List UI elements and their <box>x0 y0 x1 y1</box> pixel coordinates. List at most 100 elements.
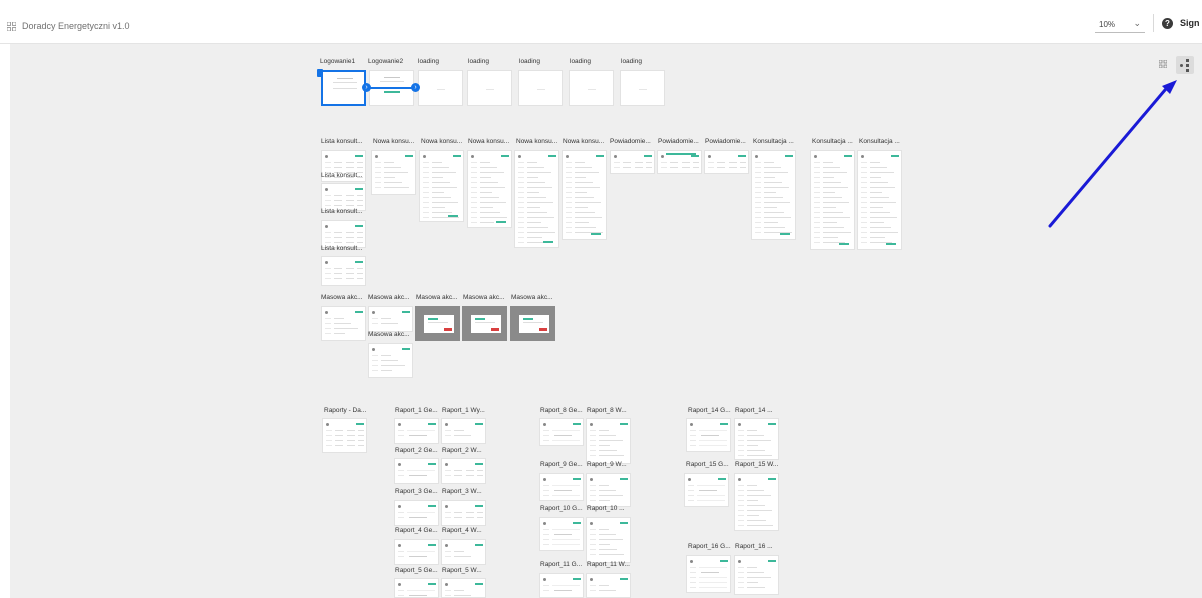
artboard-thumbnail[interactable] <box>539 473 584 501</box>
artboard-thumbnail[interactable] <box>810 150 855 250</box>
artboard-label[interactable]: Raport_1 Ge... <box>395 407 438 414</box>
artboard-thumbnail[interactable] <box>610 150 655 174</box>
sign-in-link[interactable]: Sign In <box>1180 18 1202 28</box>
artboard-label[interactable]: Logowanie2 <box>368 58 403 65</box>
artboard-label[interactable]: Raport_11 G... <box>540 561 582 568</box>
artboard-thumbnail[interactable] <box>686 418 731 452</box>
artboard-label[interactable]: Masowa akc... <box>511 294 553 301</box>
artboard-label[interactable]: Raport_9 W... <box>587 461 627 468</box>
artboard-label[interactable]: Raporty - Da... <box>324 407 366 414</box>
artboard-label[interactable]: Raport_10 G... <box>540 505 583 512</box>
zoom-dropdown[interactable]: 10% ⌄ <box>1095 17 1145 33</box>
artboard-thumbnail[interactable] <box>657 150 702 174</box>
artboard-label[interactable]: Raport_1 Wy... <box>442 407 485 414</box>
artboard-thumbnail[interactable] <box>569 70 614 106</box>
artboard-thumbnail[interactable] <box>518 70 563 106</box>
artboard-thumbnail[interactable] <box>322 418 367 453</box>
artboard-label[interactable]: Raport_16 G... <box>688 543 731 550</box>
help-icon[interactable]: ? <box>1162 18 1173 29</box>
artboard-thumbnail[interactable] <box>321 306 366 341</box>
artboard-label[interactable]: loading <box>468 58 489 65</box>
artboard-thumbnail[interactable] <box>394 458 439 484</box>
artboard-thumbnail[interactable] <box>620 70 665 106</box>
artboard-thumbnail[interactable] <box>467 150 512 228</box>
artboard-label[interactable]: loading <box>519 58 540 65</box>
artboard-thumbnail[interactable] <box>419 150 464 222</box>
artboard-label[interactable]: Lista konsult... <box>321 172 363 179</box>
flow-view-icon[interactable] <box>1176 56 1194 74</box>
artboard-label[interactable]: Raport_14 G... <box>688 407 731 414</box>
artboard-label[interactable]: Raport_3 W... <box>442 488 482 495</box>
artboard-label[interactable]: Masowa akc... <box>463 294 505 301</box>
artboard-thumbnail[interactable] <box>586 517 631 563</box>
artboard-thumbnail[interactable] <box>394 539 439 565</box>
artboard-thumbnail[interactable] <box>467 70 512 106</box>
artboard-label[interactable]: Raport_15 W... <box>735 461 778 468</box>
artboard-thumbnail[interactable] <box>510 306 555 341</box>
artboard-label[interactable]: Konsultacja ... <box>753 138 794 145</box>
artboard-label[interactable]: Nowa konsu... <box>563 138 604 145</box>
artboard-label[interactable]: Masowa akc... <box>368 331 410 338</box>
artboard-thumbnail[interactable] <box>686 555 731 593</box>
artboard-thumbnail[interactable] <box>441 458 486 484</box>
artboard-label[interactable]: Raport_11 W... <box>587 561 630 568</box>
artboard-thumbnail[interactable] <box>368 306 413 332</box>
artboard-thumbnail[interactable] <box>371 150 416 195</box>
artboard-label[interactable]: Masowa akc... <box>368 294 410 301</box>
artboard-thumbnail[interactable] <box>441 578 486 598</box>
artboard-thumbnail[interactable] <box>441 500 486 526</box>
artboard-label[interactable]: Lista konsult... <box>321 245 363 252</box>
artboard-label[interactable]: Powiadomie... <box>705 138 746 145</box>
artboard-thumbnail[interactable] <box>586 573 631 598</box>
artboard-label[interactable]: Raport_5 Ge... <box>395 567 438 574</box>
artboard-label[interactable]: Raport_14 ... <box>735 407 773 414</box>
artboard-thumbnail[interactable] <box>539 517 584 551</box>
artboard-label[interactable]: Raport_2 Ge... <box>395 447 438 454</box>
artboard-label[interactable]: Raport_8 Ge... <box>540 407 583 414</box>
artboard-thumbnail[interactable] <box>539 418 584 446</box>
artboard-thumbnail[interactable] <box>418 70 463 106</box>
artboard-label[interactable]: Nowa konsu... <box>516 138 557 145</box>
artboard-thumbnail[interactable] <box>586 473 631 507</box>
artboard-thumbnail[interactable] <box>514 150 559 248</box>
artboard-label[interactable]: Masowa akc... <box>416 294 458 301</box>
artboard-label[interactable]: loading <box>621 58 642 65</box>
artboard-thumbnail[interactable] <box>321 220 366 248</box>
artboard-thumbnail[interactable] <box>368 343 413 378</box>
artboard-thumbnail[interactable] <box>394 578 439 598</box>
artboard-thumbnail[interactable] <box>734 473 779 531</box>
artboard-thumbnail[interactable] <box>394 418 439 444</box>
artboard-label[interactable]: Raport_9 Ge... <box>540 461 583 468</box>
artboard-label[interactable]: Powiadomie... <box>658 138 699 145</box>
artboard-label[interactable]: Raport_4 W... <box>442 527 482 534</box>
artboard-thumbnail[interactable] <box>562 150 607 240</box>
artboard-label[interactable]: Raport_15 G... <box>686 461 729 468</box>
artboard-thumbnail[interactable] <box>857 150 902 250</box>
artboard-label[interactable]: Nowa konsu... <box>468 138 509 145</box>
artboard-canvas[interactable] <box>10 44 1202 598</box>
artboard-thumbnail[interactable] <box>684 473 729 507</box>
artboard-thumbnail[interactable] <box>441 539 486 565</box>
artboard-thumbnail[interactable] <box>704 150 749 174</box>
artboard-label[interactable]: Raport_5 W... <box>442 567 482 574</box>
artboard-thumbnail[interactable] <box>415 306 460 341</box>
artboard-label[interactable]: Raport_8 W... <box>587 407 627 414</box>
artboard-thumbnail[interactable] <box>462 306 507 341</box>
grid-view-icon[interactable] <box>1159 60 1167 68</box>
artboard-label[interactable]: Konsultacja ... <box>812 138 853 145</box>
artboard-thumbnail[interactable] <box>539 573 584 598</box>
artboard-label[interactable]: Lista konsult... <box>321 138 363 145</box>
artboard-label[interactable]: Raport_10 ... <box>587 505 625 512</box>
artboard-thumbnail[interactable] <box>751 150 796 240</box>
artboard-label[interactable]: Powiadomie... <box>610 138 651 145</box>
artboard-label[interactable]: Masowa akc... <box>321 294 363 301</box>
artboard-label[interactable]: Raport_3 Ge... <box>395 488 438 495</box>
artboard-thumbnail[interactable] <box>734 555 779 595</box>
artboard-label[interactable]: Lista konsult... <box>321 208 363 215</box>
artboard-label[interactable]: Konsultacja ... <box>859 138 900 145</box>
artboard-thumbnail[interactable] <box>734 418 779 460</box>
artboard-label[interactable]: Nowa konsu... <box>373 138 414 145</box>
artboard-label[interactable]: loading <box>418 58 439 65</box>
artboard-thumbnail[interactable] <box>321 70 366 106</box>
artboard-label[interactable]: Raport_2 W... <box>442 447 482 454</box>
